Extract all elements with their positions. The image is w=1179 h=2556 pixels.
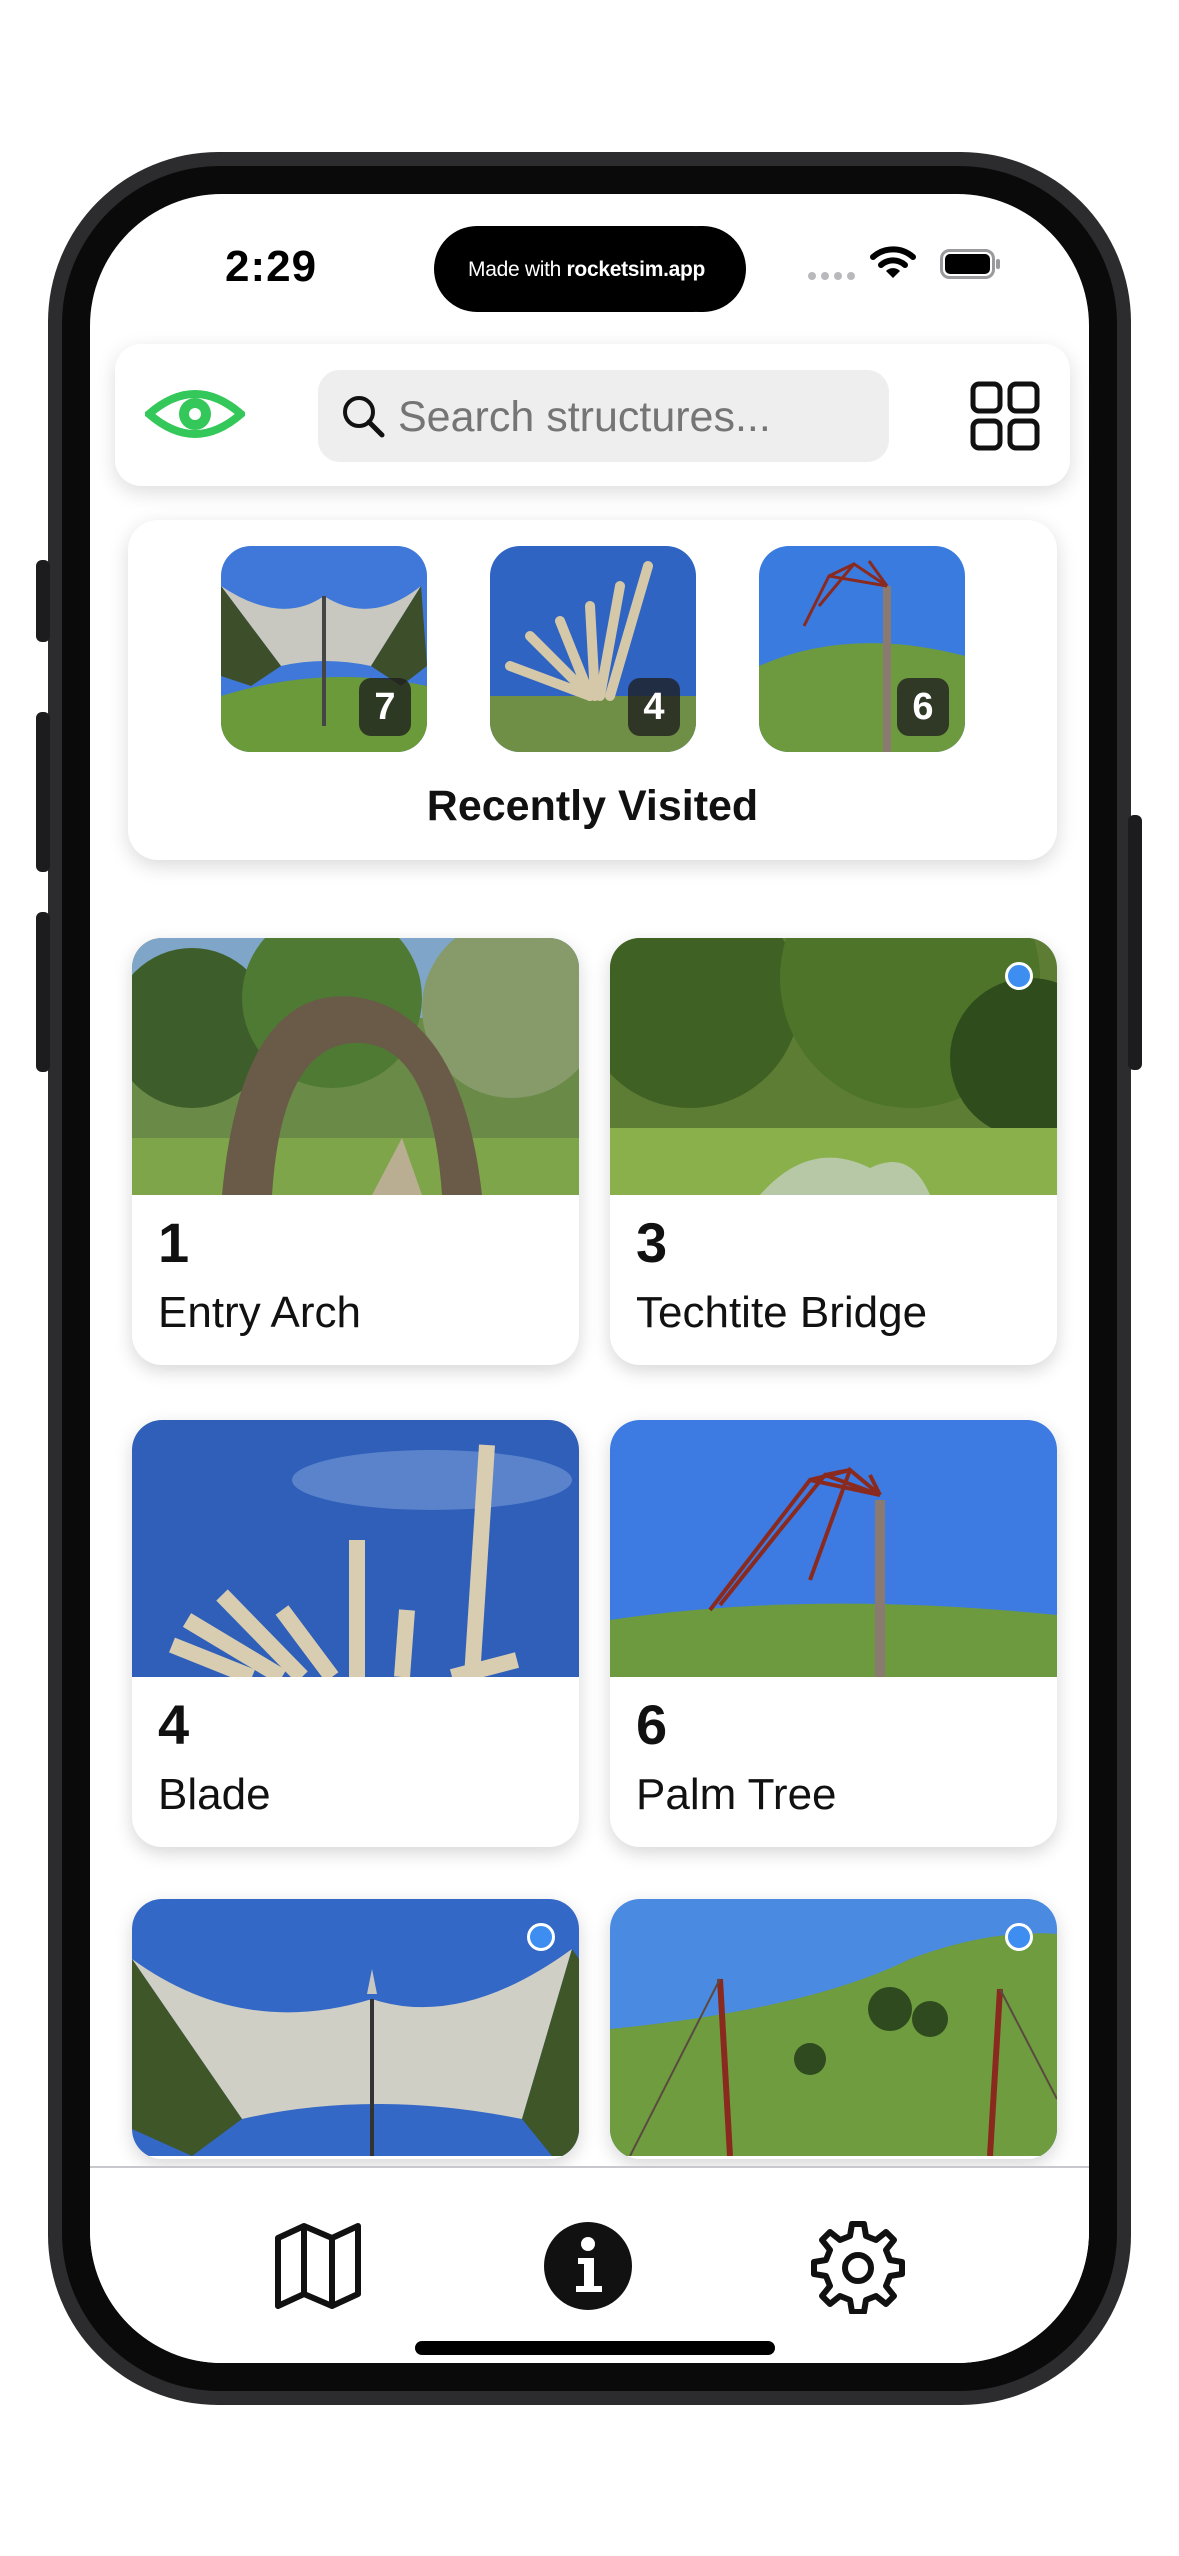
towers-photo xyxy=(610,1899,1057,2156)
island-brand: rocketsim.app xyxy=(566,258,706,281)
map-icon[interactable] xyxy=(270,2218,366,2314)
structure-name: Techtite Bridge xyxy=(636,1288,928,1337)
gear-icon[interactable] xyxy=(810,2218,906,2314)
home-indicator xyxy=(415,2341,775,2355)
island-label: Made with rocketsim.app xyxy=(468,258,705,282)
grid-view-icon[interactable] xyxy=(969,380,1041,452)
structure-number: 4 xyxy=(158,1693,190,1756)
search-icon xyxy=(343,396,385,438)
volume-up-button xyxy=(36,712,50,872)
top-bar xyxy=(115,344,1070,486)
recent-badge: 6 xyxy=(897,678,949,736)
battery-icon xyxy=(940,249,1000,279)
status-time: 2:29 xyxy=(225,242,318,291)
structure-card-towers[interactable] xyxy=(610,1899,1057,2159)
search-field[interactable] xyxy=(318,370,889,462)
tab-bar xyxy=(90,2166,1089,2363)
structure-number: 1 xyxy=(158,1211,190,1274)
palm-tree-photo xyxy=(610,1420,1057,1677)
structure-number: 6 xyxy=(636,1693,668,1756)
recent-thumb-tent[interactable]: 7 xyxy=(221,546,427,752)
recently-visited-panel: 7 4 6 Recently Visited xyxy=(128,520,1057,860)
recent-badge: 7 xyxy=(359,678,411,736)
recent-thumb-palm-tree[interactable]: 6 xyxy=(759,546,965,752)
visited-marker-dot xyxy=(1005,962,1033,990)
structure-number: 3 xyxy=(636,1211,668,1274)
action-button xyxy=(36,560,50,642)
techtite-bridge-photo xyxy=(610,938,1057,1195)
structure-card-tent[interactable] xyxy=(132,1899,579,2159)
app-screen: 2:29 Made with rocketsim.app Search stru… xyxy=(90,194,1089,2363)
structure-card-palm-tree[interactable]: 6 Palm Tree xyxy=(610,1420,1057,1847)
structure-card-techtite-bridge[interactable]: 3 Techtite Bridge xyxy=(610,938,1057,1365)
structure-name: Palm Tree xyxy=(636,1770,837,1819)
blade-photo xyxy=(132,1420,579,1677)
eye-icon[interactable] xyxy=(145,382,245,446)
structure-card-blade[interactable]: 4 Blade xyxy=(132,1420,579,1847)
structure-card-entry-arch[interactable]: 1 Entry Arch xyxy=(132,938,579,1365)
power-button xyxy=(1128,815,1142,1070)
volume-down-button xyxy=(36,912,50,1072)
wifi-icon xyxy=(870,246,916,278)
visited-marker-dot xyxy=(527,1923,555,1951)
search-input[interactable] xyxy=(398,393,868,442)
info-icon[interactable] xyxy=(540,2218,636,2314)
recently-visited-title: Recently Visited xyxy=(426,782,759,830)
island-prefix: Made with xyxy=(468,258,567,281)
visited-marker-dot xyxy=(1005,1923,1033,1951)
structure-name: Entry Arch xyxy=(158,1288,361,1337)
recent-badge: 4 xyxy=(628,678,680,736)
cellular-signal-icon xyxy=(808,272,855,280)
structure-name: Blade xyxy=(158,1770,271,1819)
tent-photo xyxy=(132,1899,579,2156)
recent-thumb-blade[interactable]: 4 xyxy=(490,546,696,752)
entry-arch-photo xyxy=(132,938,579,1195)
